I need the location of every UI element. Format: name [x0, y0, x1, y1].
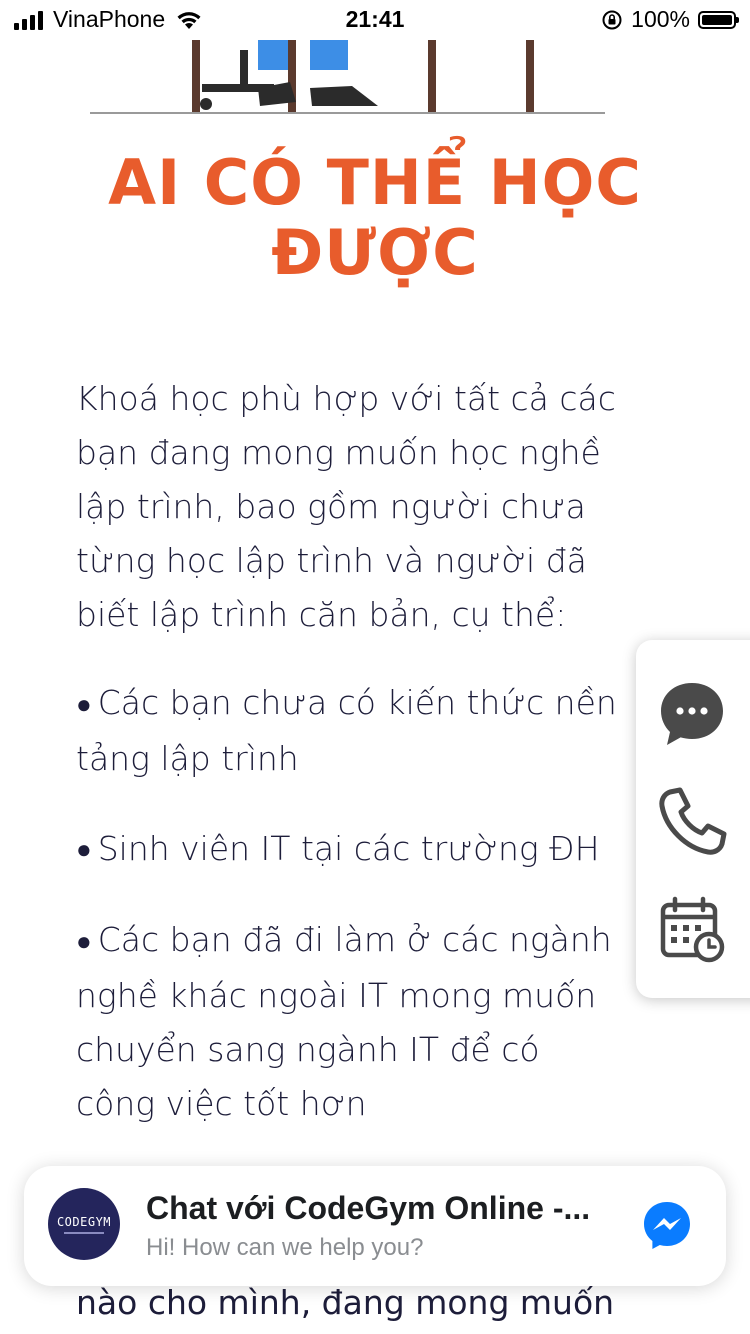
status-bar: VinaPhone 21:41 100%	[0, 0, 750, 40]
bullet-text: Các bạn đã đi làm ở các ngành nghề khác …	[76, 920, 612, 1123]
bullet-text: Sinh viên IT tại các trường ĐH	[97, 828, 600, 868]
bullet-item: ● Các bạn đã đi làm ở các ngành nghề khác…	[76, 913, 676, 1131]
bullet-item: ● Các bạn chưa có kiến thức nền tảng lập …	[76, 676, 676, 786]
schedule-button[interactable]	[654, 892, 730, 968]
hero-illustration	[90, 40, 605, 114]
bullet-dot: ●	[76, 835, 92, 865]
phone-icon	[659, 787, 727, 855]
calendar-clock-icon	[660, 896, 725, 963]
status-right: 100%	[601, 6, 739, 33]
battery-icon	[698, 10, 739, 29]
messenger-icon[interactable]	[642, 1200, 692, 1250]
intro-paragraph: Khoá học phù hợp với tất cả các bạn đang…	[76, 379, 616, 634]
bullet-text: Các bạn chưa có kiến thức nền tảng lập t…	[76, 683, 617, 778]
messenger-chat-bar[interactable]: CODEGYM Chat với CodeGym Online -... Hi!…	[24, 1166, 726, 1286]
section-title: AI CÓ THỂ HỌC ĐƯỢC	[108, 146, 642, 289]
chat-button[interactable]	[654, 676, 730, 752]
call-button[interactable]	[654, 784, 730, 860]
contact-widget	[636, 640, 750, 998]
chat-title: Chat với CodeGym Online -...	[146, 1190, 591, 1226]
avatar-logo-underline	[64, 1231, 104, 1234]
bullet-dot: ●	[76, 926, 92, 957]
divider-line	[90, 112, 605, 114]
bullet-dot: ●	[76, 689, 92, 720]
avatar-logo-text: CODEGYM	[56, 1214, 112, 1229]
students-illustration	[192, 40, 534, 112]
chat-subtitle: Hi! How can we help you?	[146, 1234, 424, 1261]
battery-percent: 100%	[631, 6, 690, 32]
bullet-item: ● Sinh viên IT tại các trường ĐH	[76, 822, 676, 878]
avatar: CODEGYM	[48, 1188, 120, 1260]
chat-bubble-icon	[661, 683, 723, 745]
rotation-lock-icon	[602, 10, 622, 29]
section-content: Khoá học phù hợp với tất cả các bạn đang…	[76, 372, 676, 1167]
